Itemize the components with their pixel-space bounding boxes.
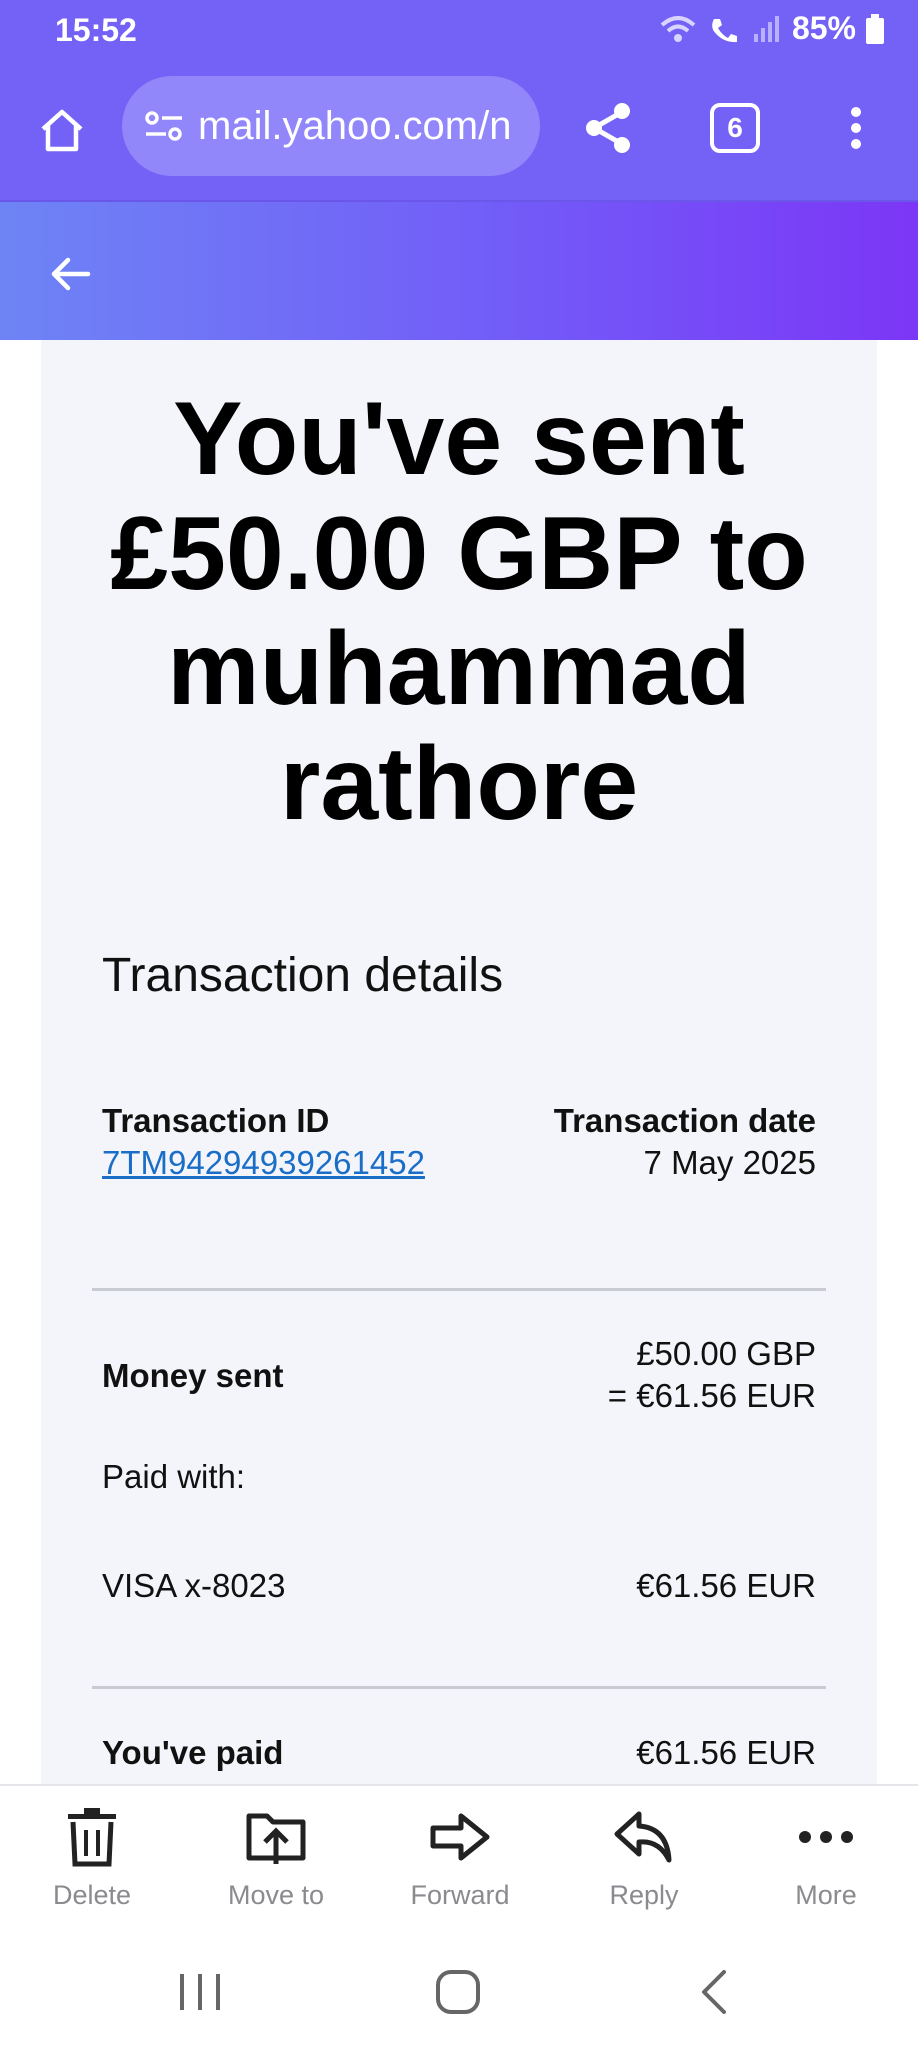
back-nav-icon[interactable] [686, 1962, 746, 2022]
move-to-button[interactable]: Move to [184, 1786, 368, 1936]
card-amount: €61.56 EUR [636, 1567, 816, 1604]
home-icon [41, 109, 83, 152]
email-content: You've sent £50.00 GBP to muhammad ratho… [41, 340, 877, 1784]
status-icons: 85% [658, 10, 884, 47]
wifi-icon [660, 15, 696, 42]
back-arrow-icon[interactable] [44, 246, 100, 302]
share-icon[interactable] [578, 98, 638, 158]
status-time: 15:52 [55, 12, 137, 48]
email-action-bar: Delete Move to Forward Reply More [0, 1784, 918, 1936]
tab-switcher-button[interactable]: 6 [710, 103, 760, 153]
hero-title: You've sent £50.00 GBP to muhammad ratho… [110, 381, 808, 842]
home-nav-icon[interactable] [428, 1962, 488, 2022]
divider [92, 1288, 826, 1291]
money-sent-label: Money sent [102, 1357, 284, 1394]
divider [92, 1686, 826, 1689]
move-folder-icon [246, 1813, 306, 1864]
action-label: More [795, 1880, 857, 1910]
money-sent-eur: = €61.56 EUR [607, 1377, 816, 1414]
paid-with-label: Paid with: [102, 1458, 246, 1495]
more-button[interactable]: More [734, 1786, 918, 1936]
more-horizontal-icon [799, 1831, 853, 1843]
money-sent-gbp: £50.00 GBP [636, 1335, 816, 1372]
reply-button[interactable]: Reply [552, 1786, 736, 1936]
system-nav-bar [0, 1934, 918, 2048]
forward-arrow-icon [430, 1813, 490, 1861]
section-title: Transaction details [102, 949, 504, 1002]
wifi-call-icon [712, 18, 737, 42]
recent-apps-icon[interactable] [170, 1962, 230, 2022]
trash-icon [68, 1808, 116, 1867]
transaction-id-link[interactable]: 7TM94294939261452 [102, 1144, 425, 1182]
you-paid-amount: €61.56 EUR [636, 1734, 816, 1771]
action-label: Forward [410, 1880, 510, 1910]
tab-count: 6 [727, 112, 743, 143]
home-button[interactable] [30, 98, 94, 162]
forward-button[interactable]: Forward [368, 1786, 552, 1936]
transaction-date: 7 May 2025 [643, 1144, 816, 1181]
action-label: Move to [227, 1880, 325, 1910]
address-url: mail.yahoo.com/n [198, 103, 512, 148]
address-bar[interactable]: mail.yahoo.com/n [122, 76, 540, 176]
delete-button[interactable]: Delete [0, 1786, 184, 1936]
reply-arrow-icon [614, 1811, 672, 1863]
signal-icon [753, 15, 779, 42]
browser-menu-icon[interactable] [840, 98, 872, 158]
browser-toolbar: 15:52 85% mail.yahoo.com/n 6 [0, 0, 918, 202]
mail-header [0, 202, 918, 340]
transaction-date-label: Transaction date [553, 1102, 816, 1139]
battery-percent: 85% [791, 10, 856, 46]
action-label: Delete [52, 1880, 132, 1910]
action-label: Reply [609, 1880, 679, 1910]
transaction-id-label: Transaction ID [102, 1102, 330, 1139]
battery-icon [866, 13, 884, 44]
card-label: VISA x-8023 [102, 1567, 286, 1604]
site-settings-icon[interactable] [142, 104, 186, 148]
you-paid-label: You've paid [102, 1734, 284, 1771]
